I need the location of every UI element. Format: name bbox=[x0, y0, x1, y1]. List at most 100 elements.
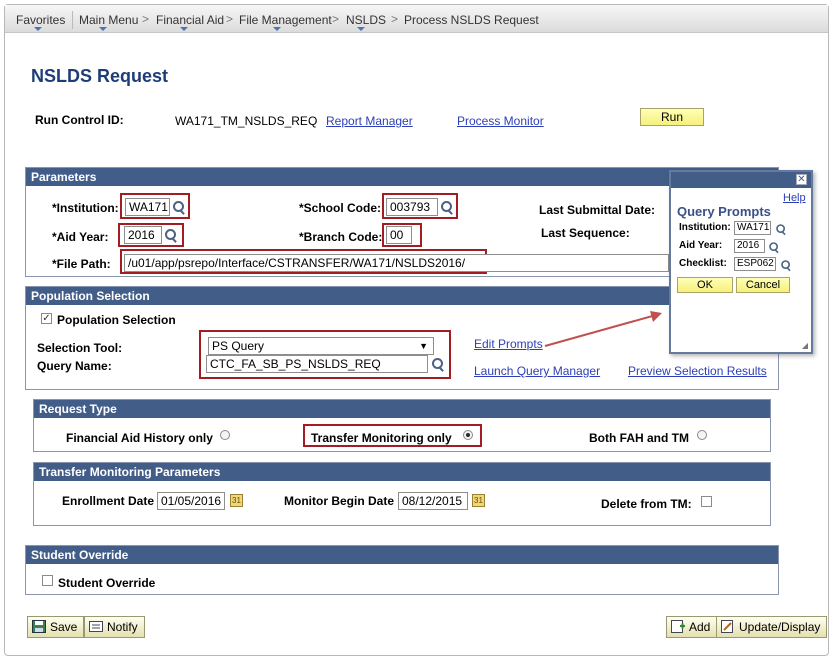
update-display-icon bbox=[721, 620, 733, 633]
breadcrumb-separator: > bbox=[332, 12, 340, 26]
student-override-header: Student Override bbox=[26, 546, 778, 564]
breadcrumb-nslds[interactable]: NSLDS bbox=[346, 13, 386, 27]
chevron-down-icon[interactable] bbox=[273, 27, 281, 31]
file-path-input[interactable]: /u01/app/psrepo/Interface/CSTRANSFER/WA1… bbox=[124, 254, 669, 272]
run-control-value: WA171_TM_NSLDS_REQ bbox=[175, 114, 318, 128]
search-icon[interactable] bbox=[768, 241, 779, 252]
update-display-button[interactable]: Update/Display bbox=[716, 616, 828, 638]
population-selection-header: Population Selection bbox=[26, 287, 778, 305]
school-code-input[interactable]: 003793 bbox=[386, 198, 438, 216]
notify-label: Notify bbox=[107, 620, 138, 634]
aid-year-input[interactable]: 2016 bbox=[124, 226, 162, 244]
dropdown-arrow-icon: ▼ bbox=[419, 341, 428, 351]
breadcrumb-file-management[interactable]: File Management bbox=[239, 13, 332, 27]
student-override-checkbox[interactable] bbox=[42, 575, 53, 586]
population-selection-checkbox[interactable]: ✓ bbox=[41, 313, 52, 324]
search-icon[interactable] bbox=[172, 200, 186, 214]
search-icon[interactable] bbox=[775, 223, 786, 234]
aid-year-label: *Aid Year: bbox=[52, 230, 109, 244]
breadcrumb: Favorites Main Menu > Financial Aid > Fi… bbox=[5, 5, 828, 33]
transfer-monitoring-label: Transfer Monitoring only bbox=[311, 431, 452, 445]
breadcrumb-process-nslds-request: Process NSLDS Request bbox=[404, 13, 539, 27]
preview-selection-results-link[interactable]: Preview Selection Results bbox=[628, 364, 767, 378]
chevron-down-icon[interactable] bbox=[99, 27, 107, 31]
prompt-checklist-label: Checklist: bbox=[679, 258, 727, 269]
monitor-begin-date-input[interactable]: 08/12/2015 bbox=[398, 492, 468, 510]
selection-tool-value: PS Query bbox=[212, 339, 265, 353]
annotation-arrow-head bbox=[650, 311, 662, 322]
resize-grip-icon[interactable]: ◢ bbox=[802, 341, 808, 350]
delete-from-tm-checkbox[interactable] bbox=[701, 496, 712, 507]
close-icon[interactable]: ✕ bbox=[796, 174, 807, 185]
calendar-icon[interactable]: 31 bbox=[230, 494, 243, 507]
save-button[interactable]: Save bbox=[27, 616, 85, 638]
last-sequence-label: Last Sequence: bbox=[541, 226, 630, 240]
chevron-down-icon[interactable] bbox=[34, 27, 42, 31]
branch-code-label: *Branch Code: bbox=[299, 230, 383, 244]
annotation-arrow bbox=[544, 311, 662, 347]
delete-from-tm-label: Delete from TM: bbox=[601, 497, 692, 511]
launch-query-manager-link[interactable]: Launch Query Manager bbox=[474, 364, 600, 378]
institution-input[interactable]: WA171 bbox=[125, 198, 170, 216]
selection-tool-select[interactable]: PS Query ▼ bbox=[208, 337, 434, 355]
prompt-institution-input[interactable]: WA171 bbox=[734, 221, 771, 235]
request-type-header: Request Type bbox=[34, 400, 770, 418]
report-manager-link[interactable]: Report Manager bbox=[326, 114, 413, 128]
financial-aid-history-radio[interactable] bbox=[220, 430, 230, 440]
add-label: Add bbox=[689, 620, 711, 634]
financial-aid-history-label: Financial Aid History only bbox=[66, 431, 213, 445]
search-icon[interactable] bbox=[431, 357, 445, 371]
enrollment-date-input[interactable]: 01/05/2016 bbox=[157, 492, 225, 510]
query-prompts-popup: ✕ Help Query Prompts Institution: WA171 … bbox=[669, 170, 813, 354]
search-icon[interactable] bbox=[164, 228, 178, 242]
prompt-cancel-button[interactable]: Cancel bbox=[736, 277, 790, 293]
chevron-down-icon[interactable] bbox=[180, 27, 188, 31]
parameters-header: Parameters bbox=[26, 168, 778, 186]
student-override-label: Student Override bbox=[58, 576, 156, 590]
prompt-ok-button[interactable]: OK bbox=[677, 277, 733, 293]
search-icon[interactable] bbox=[780, 259, 791, 270]
last-submittal-date-label: Last Submittal Date: bbox=[539, 203, 656, 217]
query-name-input[interactable]: CTC_FA_SB_PS_NSLDS_REQ bbox=[206, 355, 428, 373]
selection-tool-label: Selection Tool: bbox=[37, 341, 123, 355]
school-code-label: *School Code: bbox=[299, 201, 382, 215]
population-selection-label: Population Selection bbox=[57, 313, 176, 327]
add-icon bbox=[671, 620, 685, 633]
popup-title-bar: ✕ bbox=[671, 172, 811, 188]
chevron-down-icon[interactable] bbox=[357, 27, 365, 31]
calendar-icon[interactable]: 31 bbox=[472, 494, 485, 507]
query-prompts-title: Query Prompts bbox=[677, 204, 771, 219]
breadcrumb-divider bbox=[72, 11, 73, 29]
page-title: NSLDS Request bbox=[31, 66, 169, 86]
breadcrumb-separator: > bbox=[391, 12, 399, 26]
update-display-label: Update/Display bbox=[739, 620, 821, 634]
breadcrumb-separator: > bbox=[226, 12, 234, 26]
enrollment-date-label: Enrollment Date bbox=[62, 494, 155, 508]
add-button[interactable]: Add bbox=[666, 616, 718, 638]
edit-prompts-link[interactable]: Edit Prompts bbox=[474, 337, 543, 351]
institution-label: *Institution: bbox=[52, 201, 119, 215]
breadcrumb-main-menu[interactable]: Main Menu bbox=[79, 13, 138, 27]
prompt-aid-year-label: Aid Year: bbox=[679, 240, 723, 251]
run-button[interactable]: Run bbox=[640, 108, 704, 126]
file-path-label: *File Path: bbox=[52, 257, 111, 271]
prompt-checklist-input[interactable]: ESP062 bbox=[734, 257, 776, 271]
both-fah-tm-radio[interactable] bbox=[697, 430, 707, 440]
branch-code-input[interactable]: 00 bbox=[386, 226, 412, 244]
help-link[interactable]: Help bbox=[783, 192, 806, 204]
search-icon[interactable] bbox=[440, 200, 454, 214]
notify-icon bbox=[89, 621, 103, 632]
breadcrumb-favorites[interactable]: Favorites bbox=[16, 13, 65, 27]
query-name-label: Query Name: bbox=[37, 359, 112, 373]
save-label: Save bbox=[50, 620, 78, 634]
breadcrumb-financial-aid[interactable]: Financial Aid bbox=[156, 13, 224, 27]
both-fah-tm-label: Both FAH and TM bbox=[589, 431, 689, 445]
annotation-arrow-line bbox=[544, 314, 657, 347]
prompt-aid-year-input[interactable]: 2016 bbox=[734, 239, 765, 253]
notify-button[interactable]: Notify bbox=[84, 616, 145, 638]
transfer-monitoring-radio[interactable] bbox=[463, 430, 473, 440]
tm-parameters-header: Transfer Monitoring Parameters bbox=[34, 463, 770, 481]
monitor-begin-date-label: Monitor Begin Date bbox=[284, 494, 394, 508]
process-monitor-link[interactable]: Process Monitor bbox=[457, 114, 544, 128]
save-icon bbox=[32, 620, 46, 633]
